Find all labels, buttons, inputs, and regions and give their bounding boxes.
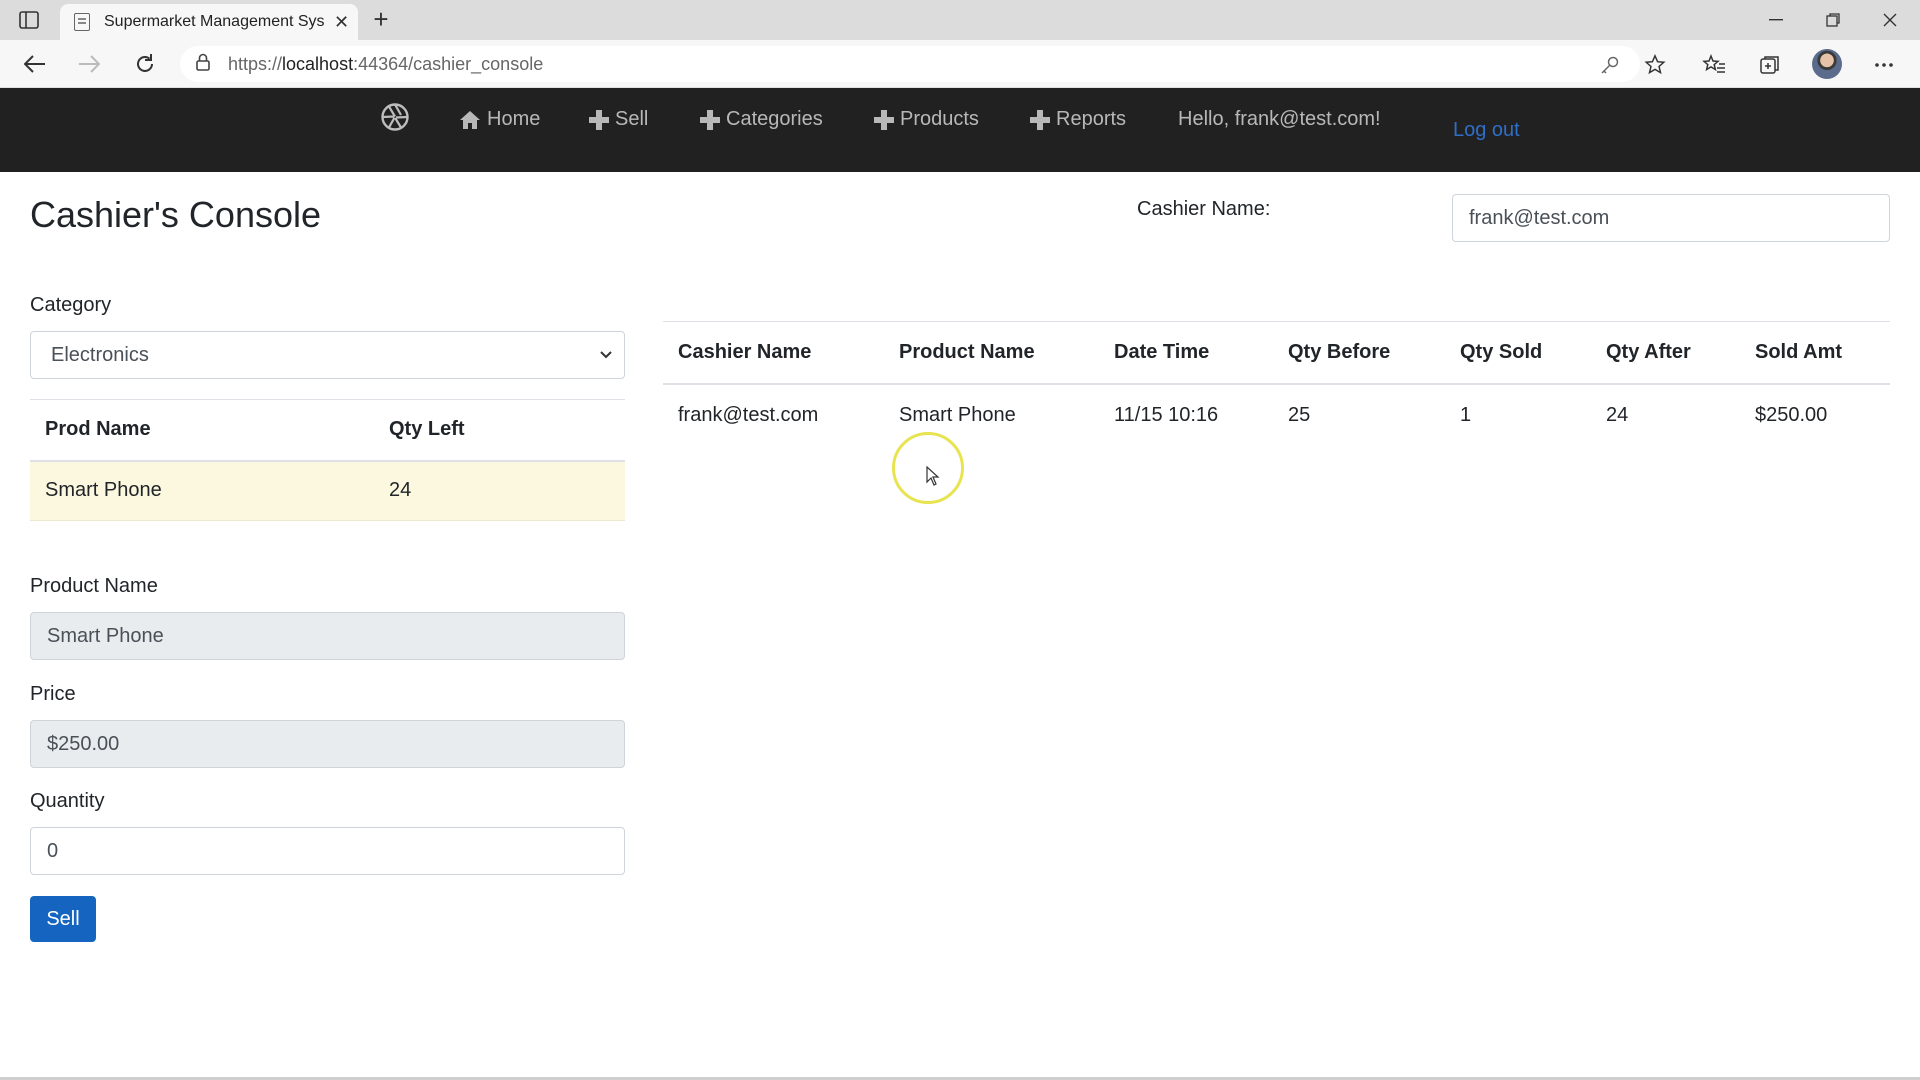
url-field[interactable]: https://localhost:44364/cashier_console xyxy=(180,46,1640,82)
more-options-icon[interactable] xyxy=(1870,52,1898,78)
page-title: Cashier's Console xyxy=(30,194,322,235)
col-product-name: Product Name xyxy=(884,321,1099,385)
price-field[interactable]: $250.00 xyxy=(30,720,625,768)
qty-before-cell: 25 xyxy=(1288,404,1311,426)
collections-icon[interactable] xyxy=(1756,52,1784,78)
quantity-label: Quantity xyxy=(30,790,105,812)
price-value: $250.00 xyxy=(47,732,120,755)
key-icon[interactable] xyxy=(1596,52,1624,78)
quantity-value: 0 xyxy=(47,839,59,862)
lock-icon xyxy=(196,53,210,76)
page-favicon-icon xyxy=(74,13,90,31)
greeting-text: Hello, frank@test.com! xyxy=(1178,108,1381,130)
table-row[interactable]: Smart Phone 24 xyxy=(30,460,625,521)
home-icon xyxy=(460,110,480,129)
qty-sold-cell: 1 xyxy=(1460,404,1472,426)
nav-categories-label: Categories xyxy=(726,108,823,130)
product-name-cell: Smart Phone xyxy=(30,460,374,521)
qty-after-cell: 24 xyxy=(1606,404,1629,426)
products-table: Prod Name Qty Left Smart Phone 24 xyxy=(30,399,625,521)
sold-amt-cell: $250.00 xyxy=(1755,404,1828,426)
transactions-table-header: Cashier Name Product Name Date Time Qty … xyxy=(663,321,1890,385)
nav-sell[interactable]: Sell xyxy=(589,108,648,131)
col-cashier-name: Cashier Name xyxy=(663,321,884,385)
cashier-name-value: frank@test.com xyxy=(1469,206,1610,229)
plus-icon xyxy=(874,109,894,130)
col-qty-after: Qty After xyxy=(1591,321,1740,385)
products-table-header: Prod Name Qty Left xyxy=(30,399,625,462)
close-tab-icon[interactable]: ✕ xyxy=(334,12,349,33)
aperture-logo-icon[interactable] xyxy=(380,102,410,132)
product-name-field[interactable]: Smart Phone xyxy=(30,612,625,660)
transactions-table: Cashier Name Product Name Date Time Qty … xyxy=(663,321,1890,447)
col-prod-name: Prod Name xyxy=(30,399,374,462)
product-name-value: Smart Phone xyxy=(47,624,164,647)
col-qty-sold: Qty Sold xyxy=(1445,321,1591,385)
new-tab-button[interactable]: + xyxy=(368,6,394,34)
col-qty-left: Qty Left xyxy=(374,399,625,462)
product-name-label: Product Name xyxy=(30,575,158,597)
url-text: https://localhost:44364/cashier_console xyxy=(228,53,544,74)
nav-reports-label: Reports xyxy=(1056,108,1127,130)
logout-link[interactable]: Log out xyxy=(1453,119,1520,142)
col-qty-before: Qty Before xyxy=(1273,321,1445,385)
cashier-name-label: Cashier Name: xyxy=(1137,198,1271,220)
tab-actions-icon[interactable] xyxy=(16,8,42,32)
quantity-field[interactable]: 0 xyxy=(30,827,625,875)
col-sold-amt: Sold Amt xyxy=(1740,321,1890,385)
date-time-cell: 11/15 10:16 xyxy=(1114,404,1219,426)
app-navbar: Home Sell Categories Products Reports He… xyxy=(0,88,1920,172)
category-label: Category xyxy=(30,294,112,316)
plus-icon xyxy=(1030,109,1050,130)
mouse-cursor-icon xyxy=(926,466,940,486)
tab-title: Supermarket Management Syste xyxy=(104,13,324,30)
browser-tab[interactable]: Supermarket Management Syste ✕ xyxy=(60,4,358,40)
nav-home-label: Home xyxy=(487,108,541,130)
chevron-down-icon xyxy=(600,351,612,359)
nav-products-label: Products xyxy=(900,108,979,130)
user-greeting[interactable]: Hello, frank@test.com! xyxy=(1178,108,1381,131)
nav-categories[interactable]: Categories xyxy=(700,108,823,131)
minimize-icon[interactable] xyxy=(1756,6,1796,34)
col-date-time: Date Time xyxy=(1099,321,1273,385)
nav-sell-label: Sell xyxy=(615,108,649,130)
browser-address-bar: https://localhost:44364/cashier_console xyxy=(0,40,1920,88)
close-window-icon[interactable] xyxy=(1870,6,1910,34)
plus-icon xyxy=(589,109,609,130)
favorites-icon[interactable] xyxy=(1700,52,1728,78)
sell-button[interactable]: Sell xyxy=(30,896,96,942)
nav-home[interactable]: Home xyxy=(459,108,540,131)
forward-icon[interactable] xyxy=(74,50,104,78)
category-select[interactable]: Electronics xyxy=(30,331,625,379)
price-label: Price xyxy=(30,683,76,705)
qty-left-cell: 24 xyxy=(374,460,625,521)
add-favorite-icon[interactable] xyxy=(1641,52,1669,78)
restore-icon[interactable] xyxy=(1813,6,1853,34)
refresh-icon[interactable] xyxy=(130,50,160,78)
browser-tab-bar: Supermarket Management Syste ✕ + xyxy=(0,0,1920,40)
nav-reports[interactable]: Reports xyxy=(1030,108,1126,131)
category-selected-value: Electronics xyxy=(51,343,149,366)
cashier-name-cell: frank@test.com xyxy=(678,404,819,426)
cashier-name-field[interactable]: frank@test.com xyxy=(1452,194,1890,242)
plus-icon xyxy=(700,109,720,130)
profile-avatar[interactable] xyxy=(1812,49,1842,79)
back-icon[interactable] xyxy=(20,50,50,78)
nav-products[interactable]: Products xyxy=(874,108,979,131)
table-row: frank@test.com Smart Phone 11/15 10:16 2… xyxy=(663,384,1890,447)
